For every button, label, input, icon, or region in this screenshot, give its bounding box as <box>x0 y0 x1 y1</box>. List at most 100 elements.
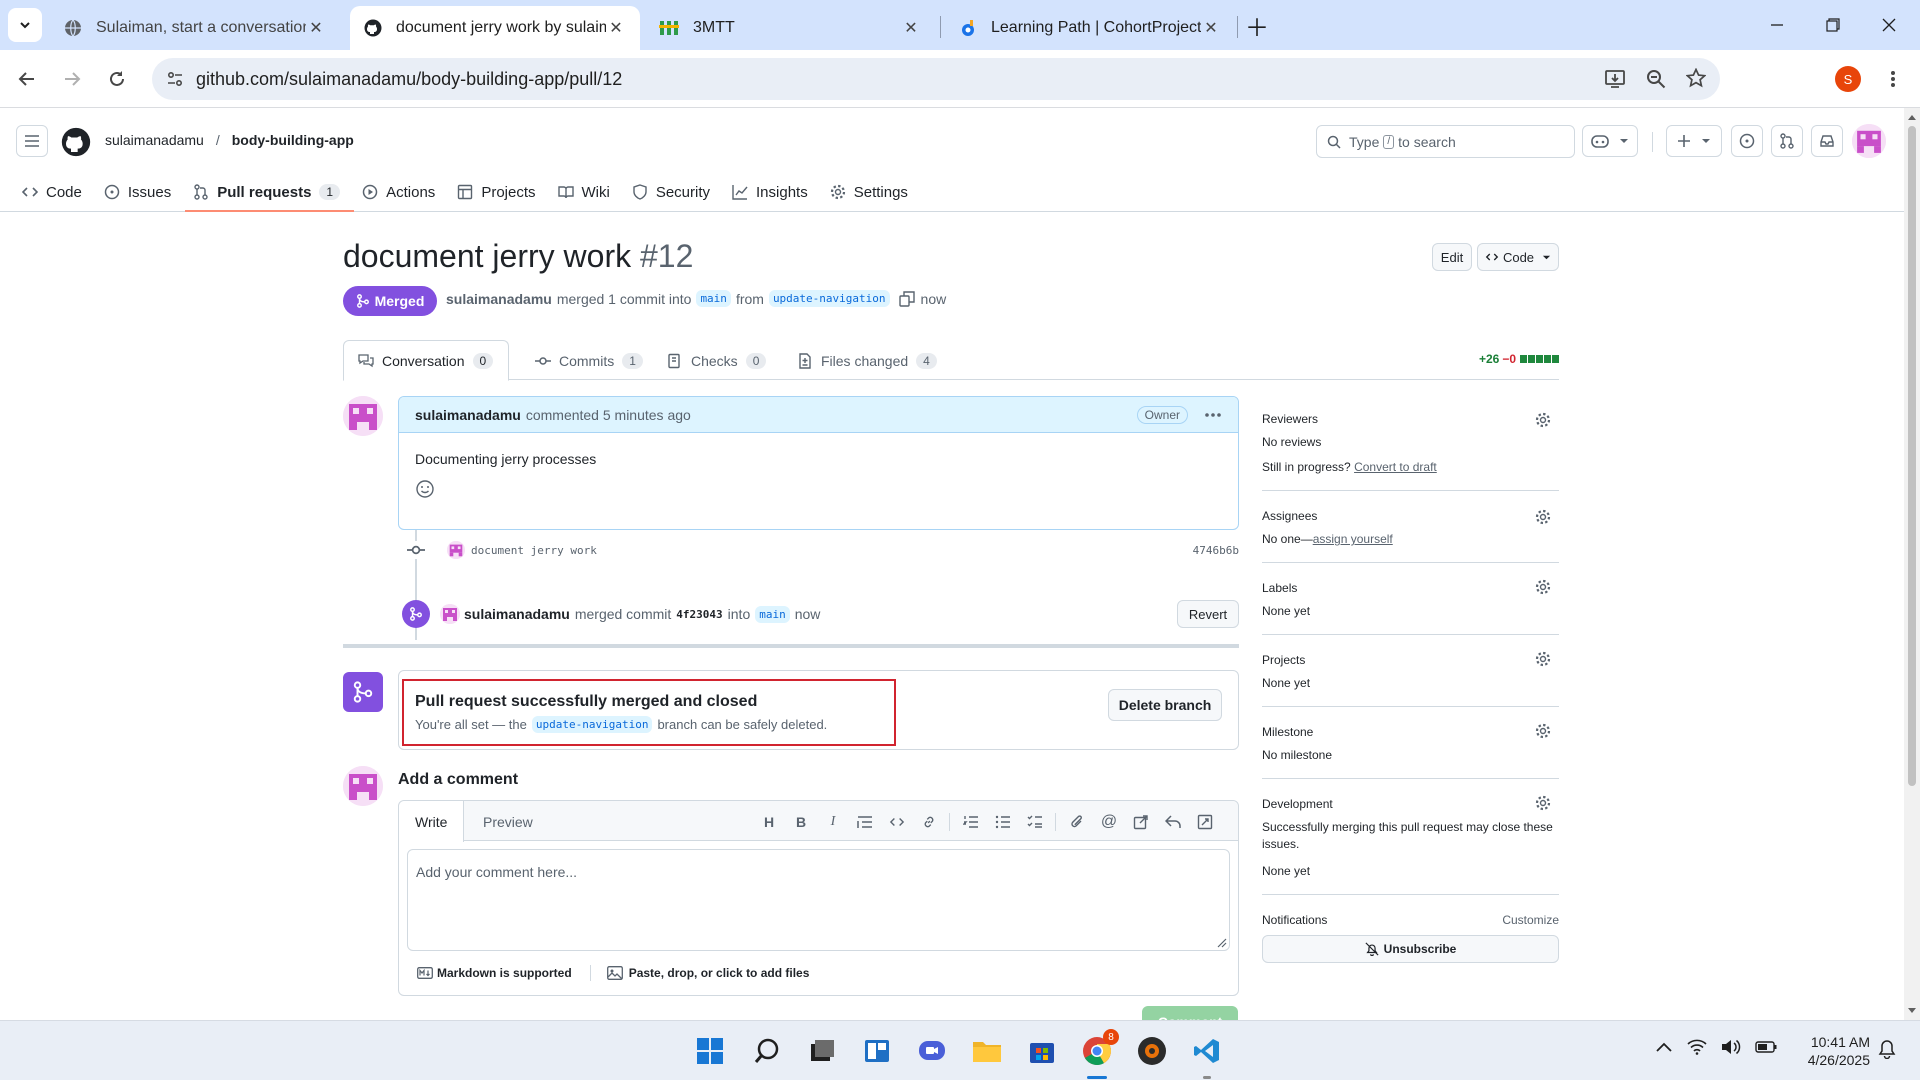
merge-commit-sha-link[interactable]: 4f23043 <box>676 608 722 621</box>
quote-tool-icon[interactable] <box>855 813 875 831</box>
write-tab[interactable]: Write <box>399 801 465 842</box>
pr-author-link[interactable]: sulaimanadamu <box>446 291 552 307</box>
back-button[interactable] <box>10 62 44 96</box>
task-list-tool-icon[interactable] <box>1025 813 1045 831</box>
customize-link[interactable]: Customize <box>1502 913 1559 927</box>
vscode-taskbar-button[interactable] <box>1187 1031 1227 1079</box>
base-branch-label[interactable]: main <box>696 290 731 307</box>
edit-title-button[interactable]: Edit <box>1432 243 1472 271</box>
task-view-button[interactable] <box>802 1031 842 1071</box>
widgets-button[interactable] <box>857 1031 897 1071</box>
store-button[interactable] <box>1022 1031 1062 1071</box>
comment-textarea[interactable]: Add your comment here... <box>407 849 1230 951</box>
battery-icon[interactable] <box>1755 1041 1777 1053</box>
repo-tab-pull-requests[interactable]: Pull requests 1 <box>185 176 354 212</box>
repo-tab-projects[interactable]: Projects <box>457 176 547 208</box>
scrollbar-thumb[interactable] <box>1908 126 1916 786</box>
search-taskbar-button[interactable] <box>747 1031 787 1071</box>
reload-button[interactable] <box>100 62 134 96</box>
create-new-button[interactable] <box>1666 125 1722 157</box>
page-scrollbar[interactable] <box>1904 108 1920 1020</box>
mention-tool-icon[interactable]: @ <box>1099 813 1119 831</box>
start-button[interactable] <box>690 1031 730 1071</box>
repo-tab-wiki[interactable]: Wiki <box>557 176 622 208</box>
commit-sha-link[interactable]: 4746b6b <box>1193 544 1239 557</box>
resize-handle-icon[interactable] <box>1217 938 1227 948</box>
tab-files-changed[interactable]: Files changed 4 <box>783 340 951 381</box>
close-tab-icon[interactable]: ✕ <box>901 18 921 38</box>
repo-tab-insights[interactable]: Insights <box>732 176 820 208</box>
site-info-icon[interactable] <box>166 70 184 88</box>
close-tab-icon[interactable]: ✕ <box>606 18 626 38</box>
labels-gear-icon[interactable] <box>1535 579 1551 595</box>
profile-avatar[interactable]: S <box>1835 66 1861 92</box>
media-app-button[interactable] <box>1132 1031 1172 1071</box>
bold-tool-icon[interactable]: B <box>791 813 811 831</box>
github-logo-icon[interactable] <box>61 127 91 157</box>
minimize-button[interactable] <box>1760 8 1794 42</box>
reference-tool-icon[interactable] <box>1131 813 1151 831</box>
merge-actor-link[interactable]: sulaimanadamu <box>464 606 570 622</box>
delete-branch-button[interactable]: Delete branch <box>1108 689 1222 721</box>
copy-icon[interactable] <box>898 290 915 307</box>
close-tab-icon[interactable]: ✕ <box>306 18 326 38</box>
repo-tab-settings[interactable]: Settings <box>830 176 920 208</box>
scroll-up-arrow-icon[interactable] <box>1904 110 1920 124</box>
browser-menu-button[interactable] <box>1876 62 1910 96</box>
chrome-taskbar-button[interactable]: 8 <box>1077 1029 1119 1079</box>
forward-button[interactable] <box>55 62 89 96</box>
tab-commits[interactable]: Commits 1 <box>521 340 657 381</box>
fullscreen-tool-icon[interactable] <box>1195 813 1215 831</box>
milestone-heading[interactable]: Milestone <box>1262 725 1559 739</box>
commit-author-avatar[interactable] <box>447 541 465 559</box>
attach-files-link[interactable]: Paste, drop, or click to add files <box>629 966 810 980</box>
maximize-button[interactable] <box>1816 8 1850 42</box>
repo-tab-code[interactable]: Code <box>22 176 94 208</box>
user-avatar[interactable] <box>1852 124 1886 158</box>
pull-requests-header-button[interactable] <box>1771 125 1803 157</box>
close-tab-icon[interactable]: ✕ <box>1201 18 1221 38</box>
global-search-input[interactable]: Type / to search <box>1316 125 1575 158</box>
revert-button[interactable]: Revert <box>1177 600 1239 628</box>
reviewers-heading[interactable]: Reviewers <box>1262 412 1559 426</box>
repo-tab-security[interactable]: Security <box>632 176 722 208</box>
reply-tool-icon[interactable] <box>1163 813 1183 831</box>
preview-tab[interactable]: Preview <box>467 801 549 842</box>
hamburger-menu-button[interactable] <box>16 125 48 157</box>
projects-gear-icon[interactable] <box>1535 651 1551 667</box>
code-tool-icon[interactable] <box>887 813 907 831</box>
link-tool-icon[interactable] <box>919 813 939 831</box>
merge-target-branch[interactable]: main <box>755 605 790 623</box>
assignees-gear-icon[interactable] <box>1535 509 1551 525</box>
more-horizontal-icon[interactable] <box>1204 412 1222 418</box>
browser-tab-1[interactable]: Sulaiman, start a conversation w ✕ <box>50 6 340 50</box>
bookmark-star-icon[interactable] <box>1686 68 1706 88</box>
issues-header-button[interactable] <box>1731 125 1763 157</box>
merge-actor-avatar[interactable] <box>440 604 460 624</box>
install-app-icon[interactable] <box>1604 68 1626 90</box>
chat-app-button[interactable] <box>912 1031 952 1071</box>
zoom-icon[interactable] <box>1646 69 1666 89</box>
taskbar-clock[interactable]: 10:41 AM 4/26/2025 <box>1808 1033 1870 1069</box>
browser-tab-4[interactable]: Learning Path | CohortProject | L ✕ <box>945 6 1235 50</box>
file-explorer-button[interactable] <box>967 1031 1007 1071</box>
unsubscribe-button[interactable]: Unsubscribe <box>1262 935 1559 963</box>
repo-tab-issues[interactable]: Issues <box>104 176 183 208</box>
wifi-icon[interactable] <box>1687 1039 1707 1055</box>
address-bar[interactable]: github.com/sulaimanadamu/body-building-a… <box>152 58 1720 100</box>
commit-message-link[interactable]: document jerry work <box>471 544 597 557</box>
inbox-button[interactable] <box>1811 125 1843 157</box>
assign-yourself-link[interactable]: assign yourself <box>1313 532 1393 546</box>
comment-author-avatar[interactable] <box>343 396 383 436</box>
attach-tool-icon[interactable] <box>1067 813 1087 831</box>
heading-tool-icon[interactable]: H <box>759 813 779 831</box>
italic-tool-icon[interactable]: I <box>823 813 843 831</box>
add-reaction-button[interactable] <box>415 479 435 499</box>
scroll-down-arrow-icon[interactable] <box>1904 1004 1920 1018</box>
unordered-list-tool-icon[interactable] <box>993 813 1013 831</box>
markdown-note-link[interactable]: Markdown is supported <box>437 966 572 980</box>
comment-author-link[interactable]: sulaimanadamu <box>415 407 521 423</box>
repo-name-link[interactable]: body-building-app <box>232 132 354 148</box>
tab-search-button[interactable] <box>8 8 42 42</box>
current-user-avatar[interactable] <box>343 766 383 806</box>
